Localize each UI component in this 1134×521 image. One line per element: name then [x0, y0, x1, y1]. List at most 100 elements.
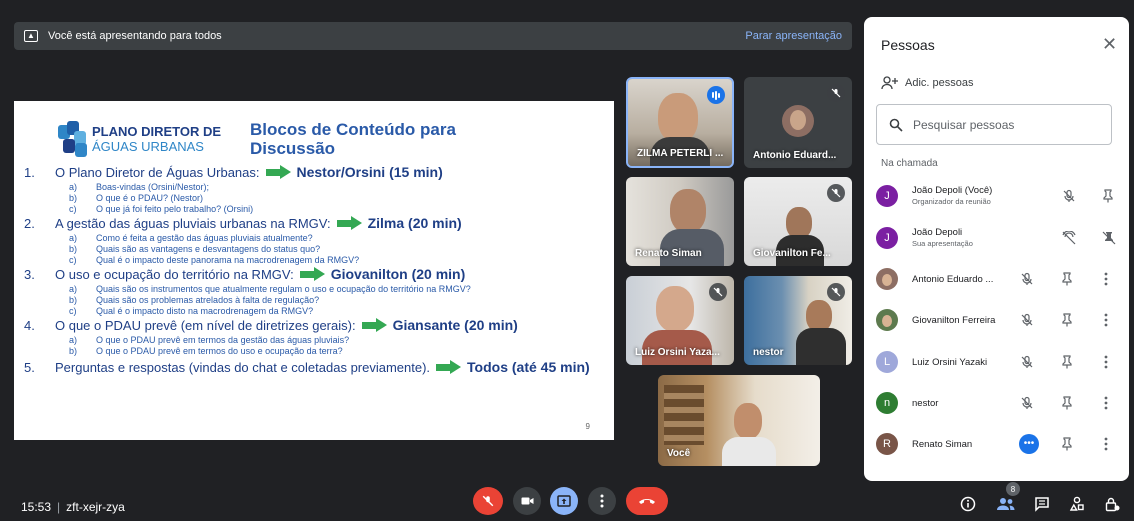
pin-icon[interactable] [1061, 272, 1073, 286]
participant-name: João Depoli (Você) [912, 185, 993, 196]
pin-icon[interactable] [1061, 313, 1073, 327]
avatar: J [876, 227, 898, 249]
search-people-input[interactable]: Pesquisar pessoas [876, 104, 1112, 145]
mic-off-icon [1020, 272, 1034, 286]
video-tile-giovanilton[interactable]: Giovanilton Fe... [744, 177, 852, 266]
participant-row[interactable]: Giovanilton Ferreira [876, 307, 1121, 333]
agenda-subitem: b) O que é o PDAU? (Nestor) [24, 192, 614, 203]
agenda-list: 1. O Plano Diretor de Águas Urbanas: Nesto… [24, 163, 614, 376]
more-options-icon[interactable] [1104, 355, 1108, 369]
agenda-subitem-letter: a) [69, 334, 78, 345]
participant-name-block: Renato Siman [912, 439, 972, 450]
camera-toggle-button[interactable] [513, 487, 541, 515]
meeting-details-button[interactable] [958, 494, 978, 514]
slide-page-number: 9 [585, 422, 590, 431]
slide-title: Blocos de Conteúdo para Discussão [250, 120, 456, 158]
video-tile-zilma[interactable]: ZILMA PETERLI ... [626, 77, 734, 168]
arrow-right-icon [299, 267, 325, 281]
present-screen-icon: ▲ [24, 30, 38, 42]
pin-icon[interactable] [1102, 189, 1114, 203]
agenda-item: 5. Perguntas e respostas (vindas do chat … [24, 358, 614, 376]
mic-off-icon [827, 184, 845, 202]
agenda-subitem-text: O que o PDAU prevê em termos do uso e oc… [96, 345, 343, 356]
video-tile-renato[interactable]: Renato Siman [626, 177, 734, 266]
search-placeholder: Pesquisar pessoas [913, 117, 1015, 132]
people-icon [997, 498, 1015, 510]
participant-row[interactable]: n nestor [876, 390, 1121, 416]
agenda-subitem: c) Qual é o impacto disto na macrodrenage… [24, 305, 614, 316]
participant-avatar [782, 105, 814, 137]
meeting-info: 15:53 | zft-xejr-zya [21, 500, 125, 514]
agenda-item-speaker: Zilma (20 min) [367, 215, 462, 231]
present-screen-button[interactable] [550, 487, 578, 515]
agenda-subitem: b) Quais são as vantagens e desvantagens … [24, 243, 614, 254]
pin-icon[interactable] [1061, 355, 1073, 369]
agenda-item: 3. O uso e ocupação do território na RMGV… [24, 265, 614, 283]
activities-button[interactable] [1067, 494, 1087, 514]
mic-off-icon [1020, 355, 1034, 369]
participant-row[interactable]: J João Depoli Sua apresentação [876, 225, 1121, 251]
more-options-icon[interactable] [1104, 313, 1108, 327]
agenda-subitem: b) Quais são os problemas atrelados à fal… [24, 294, 614, 305]
participant-row[interactable]: Antonio Eduardo ... [876, 266, 1121, 292]
avatar: L [876, 351, 898, 373]
agenda-subitem-letter: a) [69, 283, 78, 294]
video-tile-self[interactable]: Você [658, 375, 820, 466]
avatar [876, 268, 898, 290]
agenda-subitem-text: Qual é o impacto disto na macrodrenagem … [96, 305, 314, 316]
pin-off-icon[interactable] [1102, 231, 1116, 245]
participant-row[interactable]: R Renato Siman ••• [876, 431, 1121, 457]
pin-icon[interactable] [1061, 437, 1073, 451]
agenda-subitem-letter: c) [69, 305, 77, 316]
mic-off-icon [482, 495, 494, 507]
agenda-item-text: O uso e ocupação do território na RMGV: [55, 266, 294, 282]
agenda-item-number: 2. [24, 215, 35, 231]
call-end-icon [639, 499, 655, 504]
participant-row[interactable]: J João Depoli (Você) Organizador da reuniã… [876, 183, 1121, 209]
video-tile-luiz[interactable]: Luiz Orsini Yaza... [626, 276, 734, 365]
more-options-icon[interactable] [1104, 437, 1108, 451]
in-call-section-label: Na chamada [881, 158, 938, 169]
pin-icon[interactable] [1061, 396, 1073, 410]
agenda-subitem: b) O que o PDAU prevê em termos do uso e … [24, 345, 614, 356]
host-controls-button[interactable] [1102, 494, 1122, 514]
more-options-button[interactable] [588, 487, 616, 515]
video-tile-nestor[interactable]: nestor [744, 276, 852, 365]
agenda-subitem: a) Boas-vindas (Orsini/Nestor); [24, 181, 614, 192]
participant-name-block: João Depoli Sua apresentação [912, 227, 973, 249]
pdau-logo: PLANO DIRETOR DE ÁGUAS URBANAS [58, 121, 221, 157]
participant-role: Sua apresentação [912, 239, 973, 248]
add-people-button[interactable]: Adic. pessoas [881, 76, 973, 90]
stop-presentation-audio-icon[interactable] [1062, 231, 1076, 245]
people-panel-title: Pessoas [881, 37, 935, 53]
participant-role: Organizador da reunião [912, 197, 991, 206]
participant-name-block: Antonio Eduardo ... [912, 274, 993, 285]
avatar: n [876, 392, 898, 414]
agenda-item: 2. A gestão das águas pluviais urbanas na… [24, 214, 614, 232]
mic-toggle-button[interactable] [473, 487, 503, 515]
mic-off-icon [827, 283, 845, 301]
show-everyone-button[interactable]: 8 [996, 482, 1020, 514]
chat-button[interactable] [1032, 494, 1052, 514]
participant-face [734, 403, 762, 439]
close-icon[interactable]: ✕ [1102, 34, 1117, 55]
agenda-item-number: 5. [24, 359, 35, 375]
logo-line2: ÁGUAS URBANAS [92, 139, 204, 154]
agenda-subitem-letter: c) [69, 203, 77, 214]
more-vert-icon [600, 494, 604, 508]
presenting-banner: ▲ Você está apresentando para todos Para… [14, 22, 852, 50]
agenda-item-number: 4. [24, 317, 35, 333]
agenda-subitem-text: O que já foi feito pelo trabalho? (Orsin… [96, 203, 254, 214]
agenda-item-speaker: Nestor/Orsini (15 min) [296, 164, 443, 180]
agenda-subitem-letter: b) [69, 294, 78, 305]
participant-name: Renato Siman [912, 438, 973, 450]
agenda-subitem-letter: a) [69, 232, 78, 243]
end-call-button[interactable] [626, 487, 668, 515]
more-options-icon[interactable] [1104, 272, 1108, 286]
agenda-item-text: O Plano Diretor de Águas Urbanas: [55, 164, 260, 180]
participant-row[interactable]: L Luiz Orsini Yazaki [876, 349, 1121, 375]
tile-name: Luiz Orsini Yaza... [635, 347, 720, 358]
stop-presenting-button[interactable]: Parar apresentação [745, 30, 842, 42]
video-tile-antonio[interactable]: Antonio Eduard... [744, 77, 852, 168]
more-options-icon[interactable] [1104, 396, 1108, 410]
